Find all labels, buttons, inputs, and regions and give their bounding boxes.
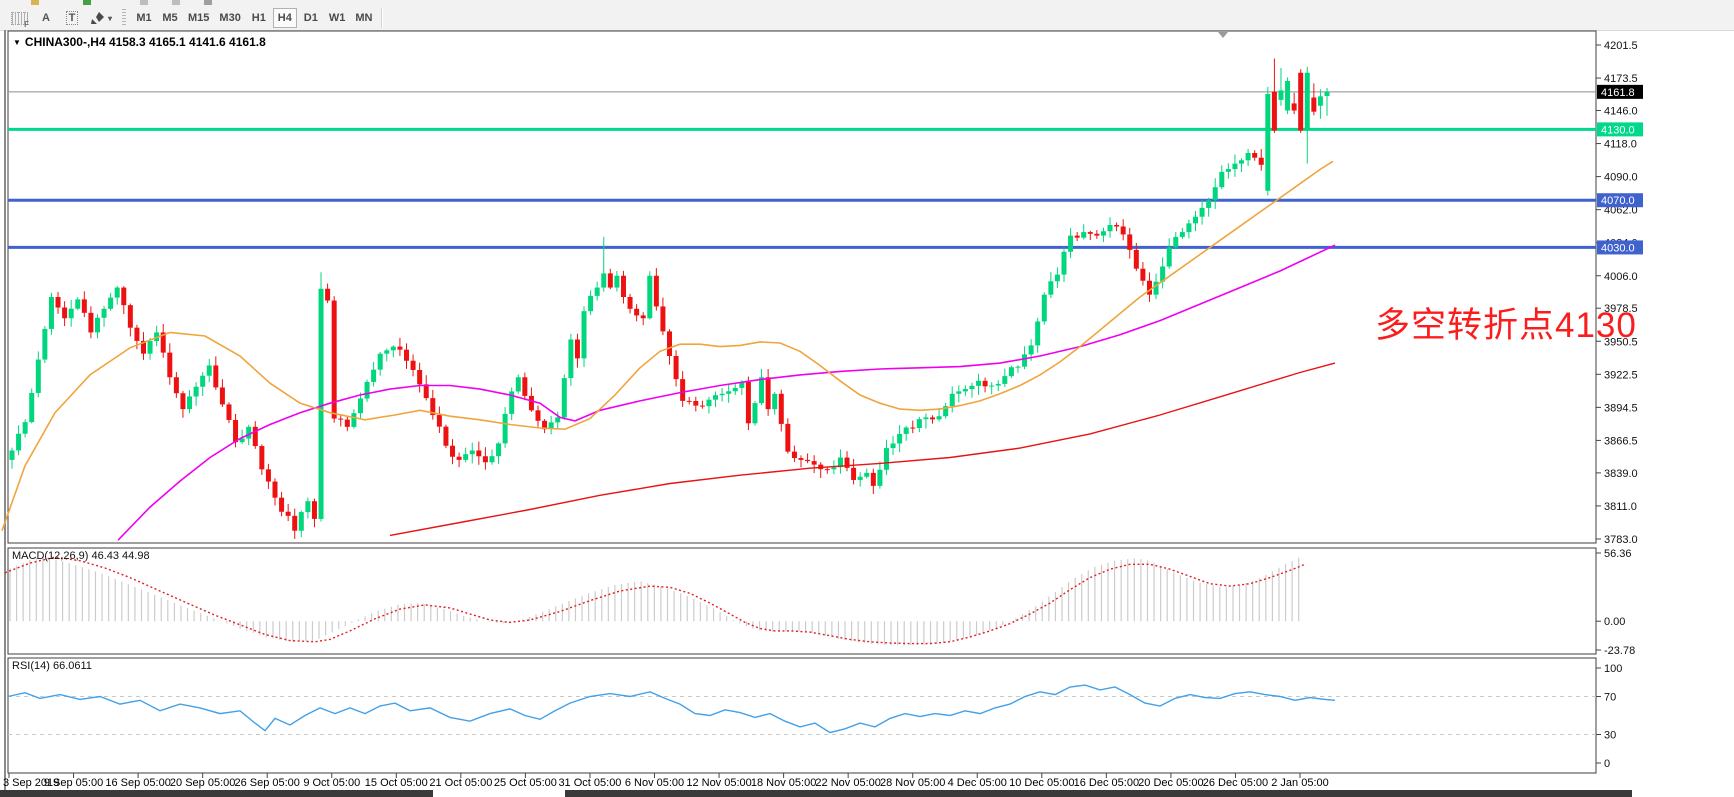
svg-text:3922.5: 3922.5 — [1604, 369, 1638, 381]
svg-text:56.36: 56.36 — [1604, 548, 1632, 560]
date-label: 2 Jan 05:00 — [1271, 777, 1329, 789]
svg-text:0.00: 0.00 — [1604, 616, 1625, 628]
date-label: 26 Dec 05:00 — [1203, 777, 1268, 789]
horizontal-lines — [8, 92, 1596, 248]
svg-text:30: 30 — [1604, 730, 1616, 742]
svg-text:70: 70 — [1604, 692, 1616, 704]
date-label: 6 Nov 05:00 — [625, 777, 684, 789]
chart-title-text: CHINA300-,H4 4158.3 4165.1 4141.6 4161.8 — [25, 35, 266, 49]
svg-text:-23.78: -23.78 — [1604, 645, 1635, 657]
date-label: 16 Sep 05:00 — [105, 777, 170, 789]
rsi-label: RSI(14) 66.0611 — [12, 660, 92, 672]
price-label-4130.0: 4130.0 — [1597, 122, 1643, 136]
date-label: 16 Dec 05:00 — [1074, 777, 1139, 789]
svg-text:4130.0: 4130.0 — [1601, 124, 1635, 136]
date-label: 4 Dec 05:00 — [948, 777, 1007, 789]
price-axis[interactable]: 4201.54173.54146.04118.04090.04062.04034… — [1596, 40, 1638, 546]
date-label: 10 Dec 05:00 — [1009, 777, 1074, 789]
svg-text:4070.0: 4070.0 — [1601, 195, 1635, 207]
macd-label: MACD(12,26,9) 46.43 44.98 — [12, 550, 150, 562]
svg-text:0: 0 — [1604, 758, 1610, 770]
svg-text:4161.8: 4161.8 — [1601, 87, 1635, 99]
date-label: 22 Nov 05:00 — [815, 777, 880, 789]
macd-signal-line — [5, 557, 1305, 644]
date-label: 9 Oct 05:00 — [303, 777, 360, 789]
date-label: 18 Nov 05:00 — [751, 777, 816, 789]
collapse-arrow-icon[interactable]: ▼ — [13, 38, 21, 47]
chart-canvas[interactable]: 4201.54173.54146.04118.04090.04062.04034… — [0, 0, 1734, 797]
svg-text:3894.5: 3894.5 — [1604, 402, 1638, 414]
date-label: 20 Dec 05:00 — [1138, 777, 1203, 789]
date-label: 25 Oct 05:00 — [494, 777, 557, 789]
rsi-line — [8, 685, 1335, 733]
svg-text:4146.0: 4146.0 — [1604, 106, 1638, 118]
date-label: 31 Oct 05:00 — [558, 777, 621, 789]
panel-frames — [4, 30, 1596, 790]
taskbar-edge — [0, 790, 433, 797]
svg-text:3839.0: 3839.0 — [1604, 468, 1638, 480]
svg-text:4118.0: 4118.0 — [1604, 139, 1637, 151]
date-label: 28 Nov 05:00 — [880, 777, 945, 789]
taskbar-edge — [565, 790, 1632, 797]
svg-text:4030.0: 4030.0 — [1601, 242, 1635, 254]
macd-pane: 56.36 0.00 -23.78 — [10, 548, 1635, 657]
mt4-window: FAT▾ M1M5M15M30H1H4D1W1MN 4201.54173.541… — [0, 0, 1734, 797]
svg-text:3866.5: 3866.5 — [1604, 435, 1638, 447]
date-label: 21 Oct 05:00 — [429, 777, 492, 789]
date-label: 26 Sep 05:00 — [234, 777, 299, 789]
date-label: 12 Nov 05:00 — [686, 777, 751, 789]
svg-text:4006.0: 4006.0 — [1604, 271, 1638, 283]
price-label-4161.8: 4161.8 — [1597, 85, 1643, 99]
svg-text:3783.0: 3783.0 — [1604, 534, 1638, 546]
svg-text:3811.0: 3811.0 — [1604, 501, 1637, 513]
svg-text:4090.0: 4090.0 — [1604, 172, 1638, 184]
price-label-4070.0: 4070.0 — [1597, 193, 1643, 207]
svg-text:4173.5: 4173.5 — [1604, 73, 1638, 85]
svg-text:4201.5: 4201.5 — [1604, 40, 1638, 52]
rsi-pane: 100 70 30 0 — [8, 663, 1622, 770]
chart-title: ▼ CHINA300-,H4 4158.3 4165.1 4141.6 4161.… — [13, 35, 266, 49]
svg-text:100: 100 — [1604, 663, 1622, 675]
chart-shift-marker-icon[interactable] — [1218, 32, 1228, 38]
date-label: 9 Sep 05:00 — [44, 777, 103, 789]
price-annotation: 多空转折点4130 — [1375, 297, 1637, 348]
price-label-4030.0: 4030.0 — [1597, 240, 1643, 254]
date-label: 15 Oct 05:00 — [365, 777, 428, 789]
date-label: 20 Sep 05:00 — [170, 777, 235, 789]
